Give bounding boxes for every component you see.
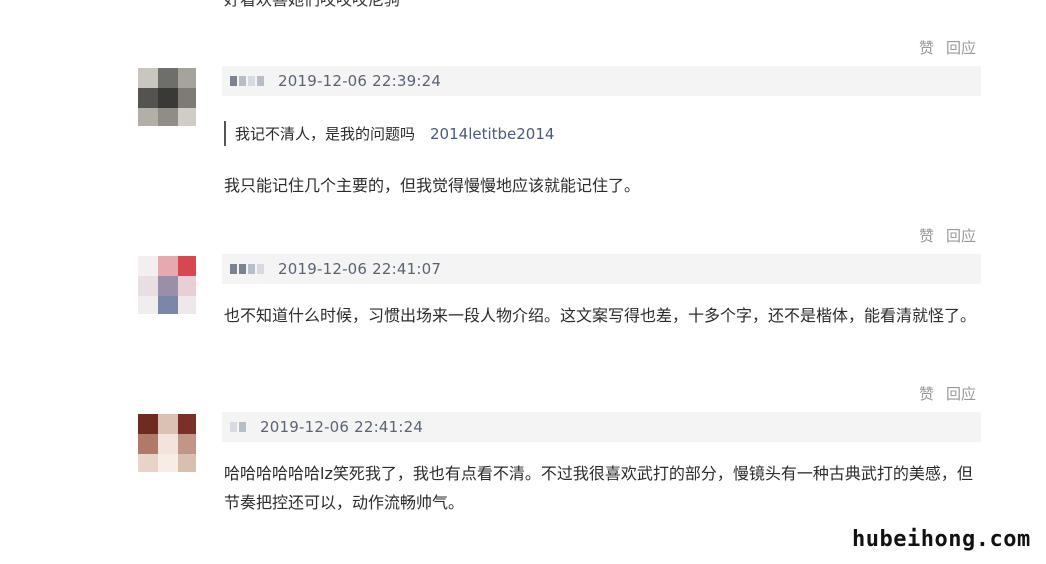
avatar[interactable] bbox=[138, 68, 196, 126]
quoted-username[interactable]: 2014letitbe2014 bbox=[430, 125, 554, 143]
comment-actions: 赞回应 bbox=[907, 383, 976, 404]
like-button[interactable]: 赞 bbox=[919, 227, 934, 245]
quoted-reply: 我记不清人，是我的问题吗 2014letitbe2014 bbox=[224, 121, 554, 146]
username-pixelated[interactable] bbox=[230, 422, 246, 432]
comment-timestamp: 2019-12-06 22:39:24 bbox=[278, 72, 442, 90]
comment-timestamp: 2019-12-06 22:41:07 bbox=[278, 260, 442, 278]
avatar[interactable] bbox=[138, 414, 196, 472]
reply-button[interactable]: 回应 bbox=[946, 39, 976, 57]
comment-header: 2019-12-06 22:41:07 bbox=[222, 254, 981, 284]
watermark: hubeihong.com bbox=[852, 527, 1031, 552]
comment-text: 哈哈哈哈哈哈lz笑死我了，我也有点看不清。不过我很喜欢武打的部分，慢镜头有一种古… bbox=[224, 464, 973, 512]
comment-text: 也不知道什么时候，习惯出场来一段人物介绍。这文案写得也差，十多个字，还不是楷体，… bbox=[224, 306, 977, 325]
comment-timestamp: 2019-12-06 22:41:24 bbox=[260, 418, 424, 436]
comment-header: 2019-12-06 22:39:24 bbox=[222, 66, 981, 96]
reply-button[interactable]: 回应 bbox=[946, 385, 976, 403]
like-button[interactable]: 赞 bbox=[919, 39, 934, 57]
comment-text: 我只能记住几个主要的，但我觉得慢慢地应该就能记住了。 bbox=[224, 176, 641, 195]
reply-button[interactable]: 回应 bbox=[946, 227, 976, 245]
avatar[interactable] bbox=[138, 256, 196, 314]
comment-actions: 赞回应 bbox=[907, 225, 976, 246]
previous-comment-text: 好看欢喜她们哎哎哎尼驹 bbox=[224, 0, 400, 10]
username-pixelated[interactable] bbox=[230, 264, 264, 274]
username-pixelated[interactable] bbox=[230, 76, 264, 86]
quoted-text: 我记不清人，是我的问题吗 bbox=[235, 125, 416, 143]
like-button[interactable]: 赞 bbox=[919, 385, 934, 403]
comment-actions: 赞回应 bbox=[907, 37, 976, 58]
comment-header: 2019-12-06 22:41:24 bbox=[222, 412, 981, 442]
